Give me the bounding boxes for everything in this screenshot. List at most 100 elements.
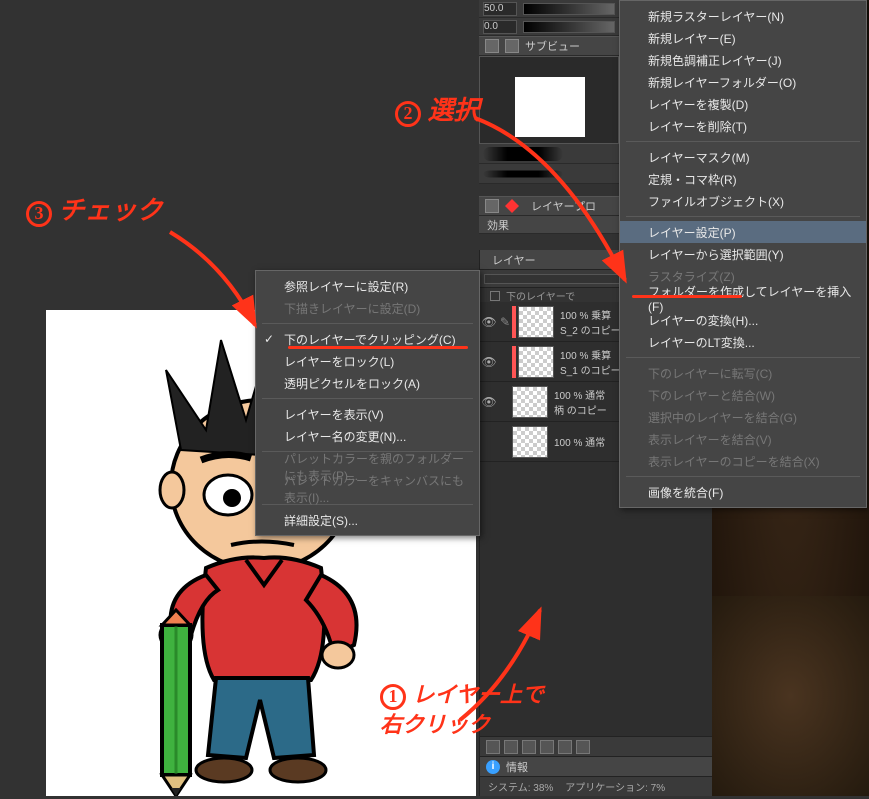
menu-item-label: 表示レイヤーを結合(V) — [648, 431, 772, 448]
layer-toolbar — [480, 736, 712, 756]
menu-item-label: 新規色調補正レイヤー(J) — [648, 52, 782, 69]
brush-panel — [479, 144, 619, 184]
menu-item: 選択中のレイヤーを結合(G) — [620, 406, 866, 428]
layer-settings-submenu[interactable]: 参照レイヤーに設定(R)下描きレイヤーに設定(D) ✓ 下のレイヤーでクリッピング(… — [255, 270, 480, 536]
menu-separator — [626, 357, 860, 358]
menu-item-label: 画像を統合(F) — [648, 484, 723, 501]
menu-item[interactable]: 新規レイヤーフォルダー(O) — [620, 71, 866, 93]
menu-item[interactable]: レイヤー設定(P) — [620, 221, 866, 243]
layer-prop-tab-label: レイヤープロ — [531, 198, 596, 214]
menu-item[interactable]: ファイルオブジェクト(X) — [620, 190, 866, 212]
menu-separator — [626, 141, 860, 142]
menu-item-label: レイヤーを削除(T) — [648, 118, 747, 135]
menu-item[interactable]: 定規・コマ枠(R) — [620, 168, 866, 190]
menu-item[interactable]: 詳細設定(S)... — [256, 509, 479, 531]
menu-item[interactable]: レイヤーを複製(D) — [620, 93, 866, 115]
grid-icon — [485, 39, 499, 53]
menu-item[interactable]: レイヤーから選択範囲(Y) — [620, 243, 866, 265]
brush-size-row — [479, 0, 619, 18]
menu-separator — [262, 323, 473, 324]
navigator-panel[interactable] — [479, 56, 619, 144]
layer-thumbnail — [512, 386, 548, 418]
new-folder-icon[interactable] — [504, 740, 518, 754]
menu-separator — [626, 216, 860, 217]
menu-item-label: レイヤーを複製(D) — [648, 96, 748, 113]
menu-item: 下描きレイヤーに設定(D) — [256, 297, 479, 319]
right-image-bg2 — [712, 596, 869, 796]
menu-item-label: 新規ラスターレイヤー(N) — [648, 8, 784, 25]
menu-item[interactable]: レイヤーを表示(V) — [256, 403, 479, 425]
menu-item[interactable]: レイヤーの変換(H)... — [620, 309, 866, 331]
visibility-toggle[interactable]: 👁 — [480, 355, 498, 369]
menu-item-label: 定規・コマ枠(R) — [648, 171, 737, 188]
subview-header[interactable]: サブビュー — [479, 36, 619, 56]
menu-item: パレットカラーをキャンバスにも表示(I)... — [256, 478, 479, 500]
merge-icon[interactable] — [540, 740, 554, 754]
layer-prop-header[interactable]: レイヤープロ — [479, 196, 619, 216]
thumb-icon — [505, 39, 519, 53]
checkbox-icon — [490, 291, 500, 301]
menu-item[interactable]: 透明ピクセルをロック(A) — [256, 372, 479, 394]
menu-item-label: 新規レイヤーフォルダー(O) — [648, 74, 796, 91]
visibility-toggle[interactable]: 👁 — [480, 395, 498, 409]
annotation-underline — [632, 295, 742, 298]
nav-thumbnail — [515, 77, 585, 137]
menu-item[interactable]: レイヤーをロック(L) — [256, 350, 479, 372]
menu-item[interactable]: 新規ラスターレイヤー(N) — [620, 5, 866, 27]
menu-item-label: レイヤーを表示(V) — [284, 406, 384, 423]
info-bar[interactable]: i 情報 — [480, 756, 712, 776]
layer-tab-label: レイヤー — [492, 252, 536, 268]
menu-item-label: 選択中のレイヤーを結合(G) — [648, 409, 797, 426]
info-label: 情報 — [506, 759, 528, 775]
layer-thumbnail — [512, 426, 548, 458]
visibility-toggle[interactable]: 👁 — [480, 315, 498, 329]
layer-context-menu[interactable]: 新規ラスターレイヤー(N) 新規レイヤー(E) 新規色調補正レイヤー(J) 新規レイヤ… — [619, 0, 867, 508]
new-layer-icon[interactable] — [486, 740, 500, 754]
menu-item[interactable]: 画像を統合(F) — [620, 481, 866, 503]
menu-item-label: レイヤーマスク(M) — [648, 149, 750, 166]
annotation-2: 2 選択 — [395, 90, 480, 127]
menu-item[interactable]: レイヤー名の変更(N)... — [256, 425, 479, 447]
brush-size-input[interactable] — [483, 2, 517, 16]
status-bar: システム: 38% アプリケーション: 7% — [480, 776, 712, 796]
brush-val2-input[interactable] — [483, 20, 517, 34]
grid-icon — [485, 199, 499, 213]
effect-row[interactable]: 効果 — [479, 216, 619, 234]
menu-item-label: レイヤー設定(P) — [648, 224, 736, 241]
draft-mark-col: ✎ — [498, 315, 512, 329]
menu-item[interactable]: レイヤーを削除(T) — [620, 115, 866, 137]
clip-label: 下のレイヤーで — [506, 288, 575, 303]
menu-item[interactable]: フォルダーを作成してレイヤーを挿入(F) — [620, 287, 866, 309]
layer-thumbnail — [518, 346, 554, 378]
menu-item-label: 下のレイヤーに転写(C) — [648, 365, 772, 382]
menu-item-label: 下のレイヤーと結合(W) — [648, 387, 775, 404]
menu-item-label: 表示レイヤーのコピーを結合(X) — [648, 453, 820, 470]
delete-icon[interactable] — [558, 740, 572, 754]
menu-item[interactable]: 参照レイヤーに設定(R) — [256, 275, 479, 297]
menu-item[interactable]: 新規色調補正レイヤー(J) — [620, 49, 866, 71]
brush-preview-row[interactable] — [479, 144, 619, 164]
effect-label: 効果 — [487, 217, 509, 233]
menu-item[interactable]: 新規レイヤー(E) — [620, 27, 866, 49]
menu-item: 下のレイヤーと結合(W) — [620, 384, 866, 406]
clip-indicator — [512, 306, 516, 338]
menu-item[interactable]: レイヤーマスク(M) — [620, 146, 866, 168]
menu-item-label: ファイルオブジェクト(X) — [648, 193, 784, 210]
menu-item-label: レイヤーの変換(H)... — [648, 312, 758, 329]
transfer-icon[interactable] — [576, 740, 590, 754]
brush-val2-slider[interactable] — [523, 21, 615, 33]
brush-size-slider[interactable] — [523, 3, 615, 15]
brush-stroke-icon — [483, 147, 563, 161]
menu-item-label: 下のレイヤーでクリッピング(C) — [284, 331, 456, 348]
draft-icon — [505, 199, 519, 213]
brush-preview-row2[interactable] — [479, 164, 619, 184]
menu-item[interactable]: レイヤーのLT変換... — [620, 331, 866, 353]
status-system: システム: 38% — [488, 779, 553, 794]
mask-icon[interactable] — [522, 740, 536, 754]
layer-thumbnail — [518, 306, 554, 338]
check-icon: ✓ — [264, 332, 274, 346]
clip-indicator — [512, 346, 516, 378]
info-icon: i — [486, 760, 500, 774]
menu-item-label: パレットカラーをキャンバスにも表示(I)... — [284, 472, 469, 506]
subview-label: サブビュー — [525, 38, 580, 54]
